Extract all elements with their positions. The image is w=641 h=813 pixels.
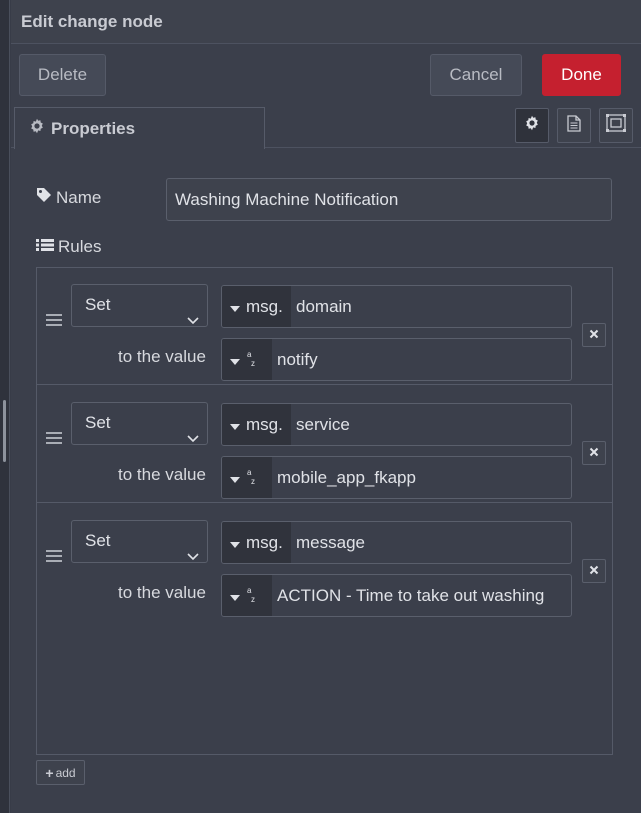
- close-icon: [589, 562, 599, 580]
- tab-properties-label: Properties: [51, 118, 136, 138]
- rule-value-text: ACTION - Time to take out washing: [277, 585, 545, 605]
- rule-action-select[interactable]: Set: [71, 520, 208, 563]
- svg-text:z: z: [251, 359, 255, 368]
- caret-down-icon: [230, 586, 240, 606]
- type-select-button[interactable]: msg.: [222, 286, 291, 327]
- rule-target-input[interactable]: msg. message: [221, 521, 572, 564]
- rule-action-value: Set: [85, 413, 111, 432]
- remove-rule-button[interactable]: [582, 559, 606, 583]
- cancel-button[interactable]: Cancel: [430, 54, 522, 96]
- type-label: msg.: [246, 296, 283, 316]
- rule-target-value: service: [296, 414, 350, 434]
- rule-value-input[interactable]: az notify: [221, 338, 572, 381]
- resize-handle[interactable]: [3, 400, 6, 462]
- list-icon: [36, 237, 58, 257]
- close-icon: [589, 444, 599, 462]
- caret-down-icon: [230, 350, 240, 370]
- edit-node-tray: Edit change node Delete Cancel Done Prop…: [11, 0, 641, 813]
- chevron-down-icon: [187, 418, 199, 457]
- drag-handle-icon[interactable]: [46, 314, 62, 328]
- type-select-button[interactable]: az: [222, 457, 272, 498]
- rule-action-select[interactable]: Set: [71, 284, 208, 327]
- rules-label: Rules: [58, 237, 102, 256]
- remove-rule-button[interactable]: [582, 441, 606, 465]
- tab-bar: Properties: [11, 103, 641, 149]
- caret-down-icon: [230, 533, 240, 553]
- rule-value-input[interactable]: az ACTION - Time to take out washing: [221, 574, 572, 617]
- type-select-button[interactable]: msg.: [222, 404, 291, 445]
- delete-button[interactable]: Delete: [19, 54, 106, 96]
- rule-action-value: Set: [85, 295, 111, 314]
- gear-icon: [29, 118, 51, 139]
- gear-icon: [524, 115, 540, 136]
- rules-list: Set msg. domain to the value az notify S…: [36, 267, 613, 755]
- type-select-button[interactable]: msg.: [222, 522, 291, 563]
- type-label: msg.: [246, 532, 283, 552]
- drag-handle-icon[interactable]: [46, 550, 62, 564]
- rule-row: Set msg. message to the value az ACTION …: [37, 504, 612, 621]
- tray-title-bar: Edit change node: [11, 0, 641, 44]
- to-value-label: to the value: [118, 347, 206, 366]
- name-label: Name: [56, 187, 102, 207]
- chevron-down-icon: [187, 300, 199, 339]
- caret-down-icon: [230, 297, 240, 317]
- rule-value-input[interactable]: az mobile_app_fkapp: [221, 456, 572, 499]
- drag-handle-icon[interactable]: [46, 432, 62, 446]
- rule-action-select[interactable]: Set: [71, 402, 208, 445]
- rule-action-value: Set: [85, 531, 111, 550]
- rule-target-value: message: [296, 532, 365, 552]
- type-select-button[interactable]: az: [222, 339, 272, 380]
- name-label-row: Name: [36, 187, 101, 208]
- tab-description[interactable]: [557, 108, 591, 143]
- string-type-icon: az: [246, 468, 258, 488]
- to-value-label: to the value: [118, 465, 206, 484]
- tab-appearance[interactable]: [599, 108, 633, 143]
- rule-target-value: domain: [296, 296, 352, 316]
- string-type-icon: az: [246, 350, 258, 370]
- type-label: msg.: [246, 414, 283, 434]
- rule-row: Set msg. domain to the value az notify: [37, 268, 612, 385]
- object-group-icon: [606, 114, 626, 137]
- name-input[interactable]: Washing Machine Notification: [166, 178, 612, 221]
- type-select-button[interactable]: az: [222, 575, 272, 616]
- file-text-icon: [567, 114, 581, 137]
- chevron-down-icon: [187, 536, 199, 575]
- caret-down-icon: [230, 415, 240, 435]
- sidebar-resize-strip[interactable]: [0, 0, 10, 813]
- rule-value-text: mobile_app_fkapp: [277, 467, 416, 487]
- tab-node-settings[interactable]: [515, 108, 549, 143]
- rule-value-text: notify: [277, 349, 318, 369]
- rules-label-row: Rules: [36, 237, 101, 257]
- svg-text:a: a: [247, 586, 252, 595]
- svg-text:z: z: [251, 477, 255, 486]
- tab-properties[interactable]: Properties: [14, 107, 265, 149]
- close-icon: [589, 326, 599, 344]
- tray-title: Edit change node: [21, 11, 163, 31]
- add-rule-label: add: [55, 765, 76, 780]
- tag-icon: [36, 187, 56, 208]
- caret-down-icon: [230, 468, 240, 488]
- plus-icon: +: [45, 764, 54, 781]
- svg-text:a: a: [247, 468, 252, 477]
- svg-text:z: z: [251, 595, 255, 604]
- done-button[interactable]: Done: [542, 54, 621, 96]
- rule-row: Set msg. service to the value az mobile_…: [37, 386, 612, 503]
- svg-text:a: a: [247, 350, 252, 359]
- to-value-label: to the value: [118, 583, 206, 602]
- remove-rule-button[interactable]: [582, 323, 606, 347]
- string-type-icon: az: [246, 586, 258, 606]
- rule-target-input[interactable]: msg. service: [221, 403, 572, 446]
- rule-target-input[interactable]: msg. domain: [221, 285, 572, 328]
- add-rule-button[interactable]: + add: [36, 760, 85, 785]
